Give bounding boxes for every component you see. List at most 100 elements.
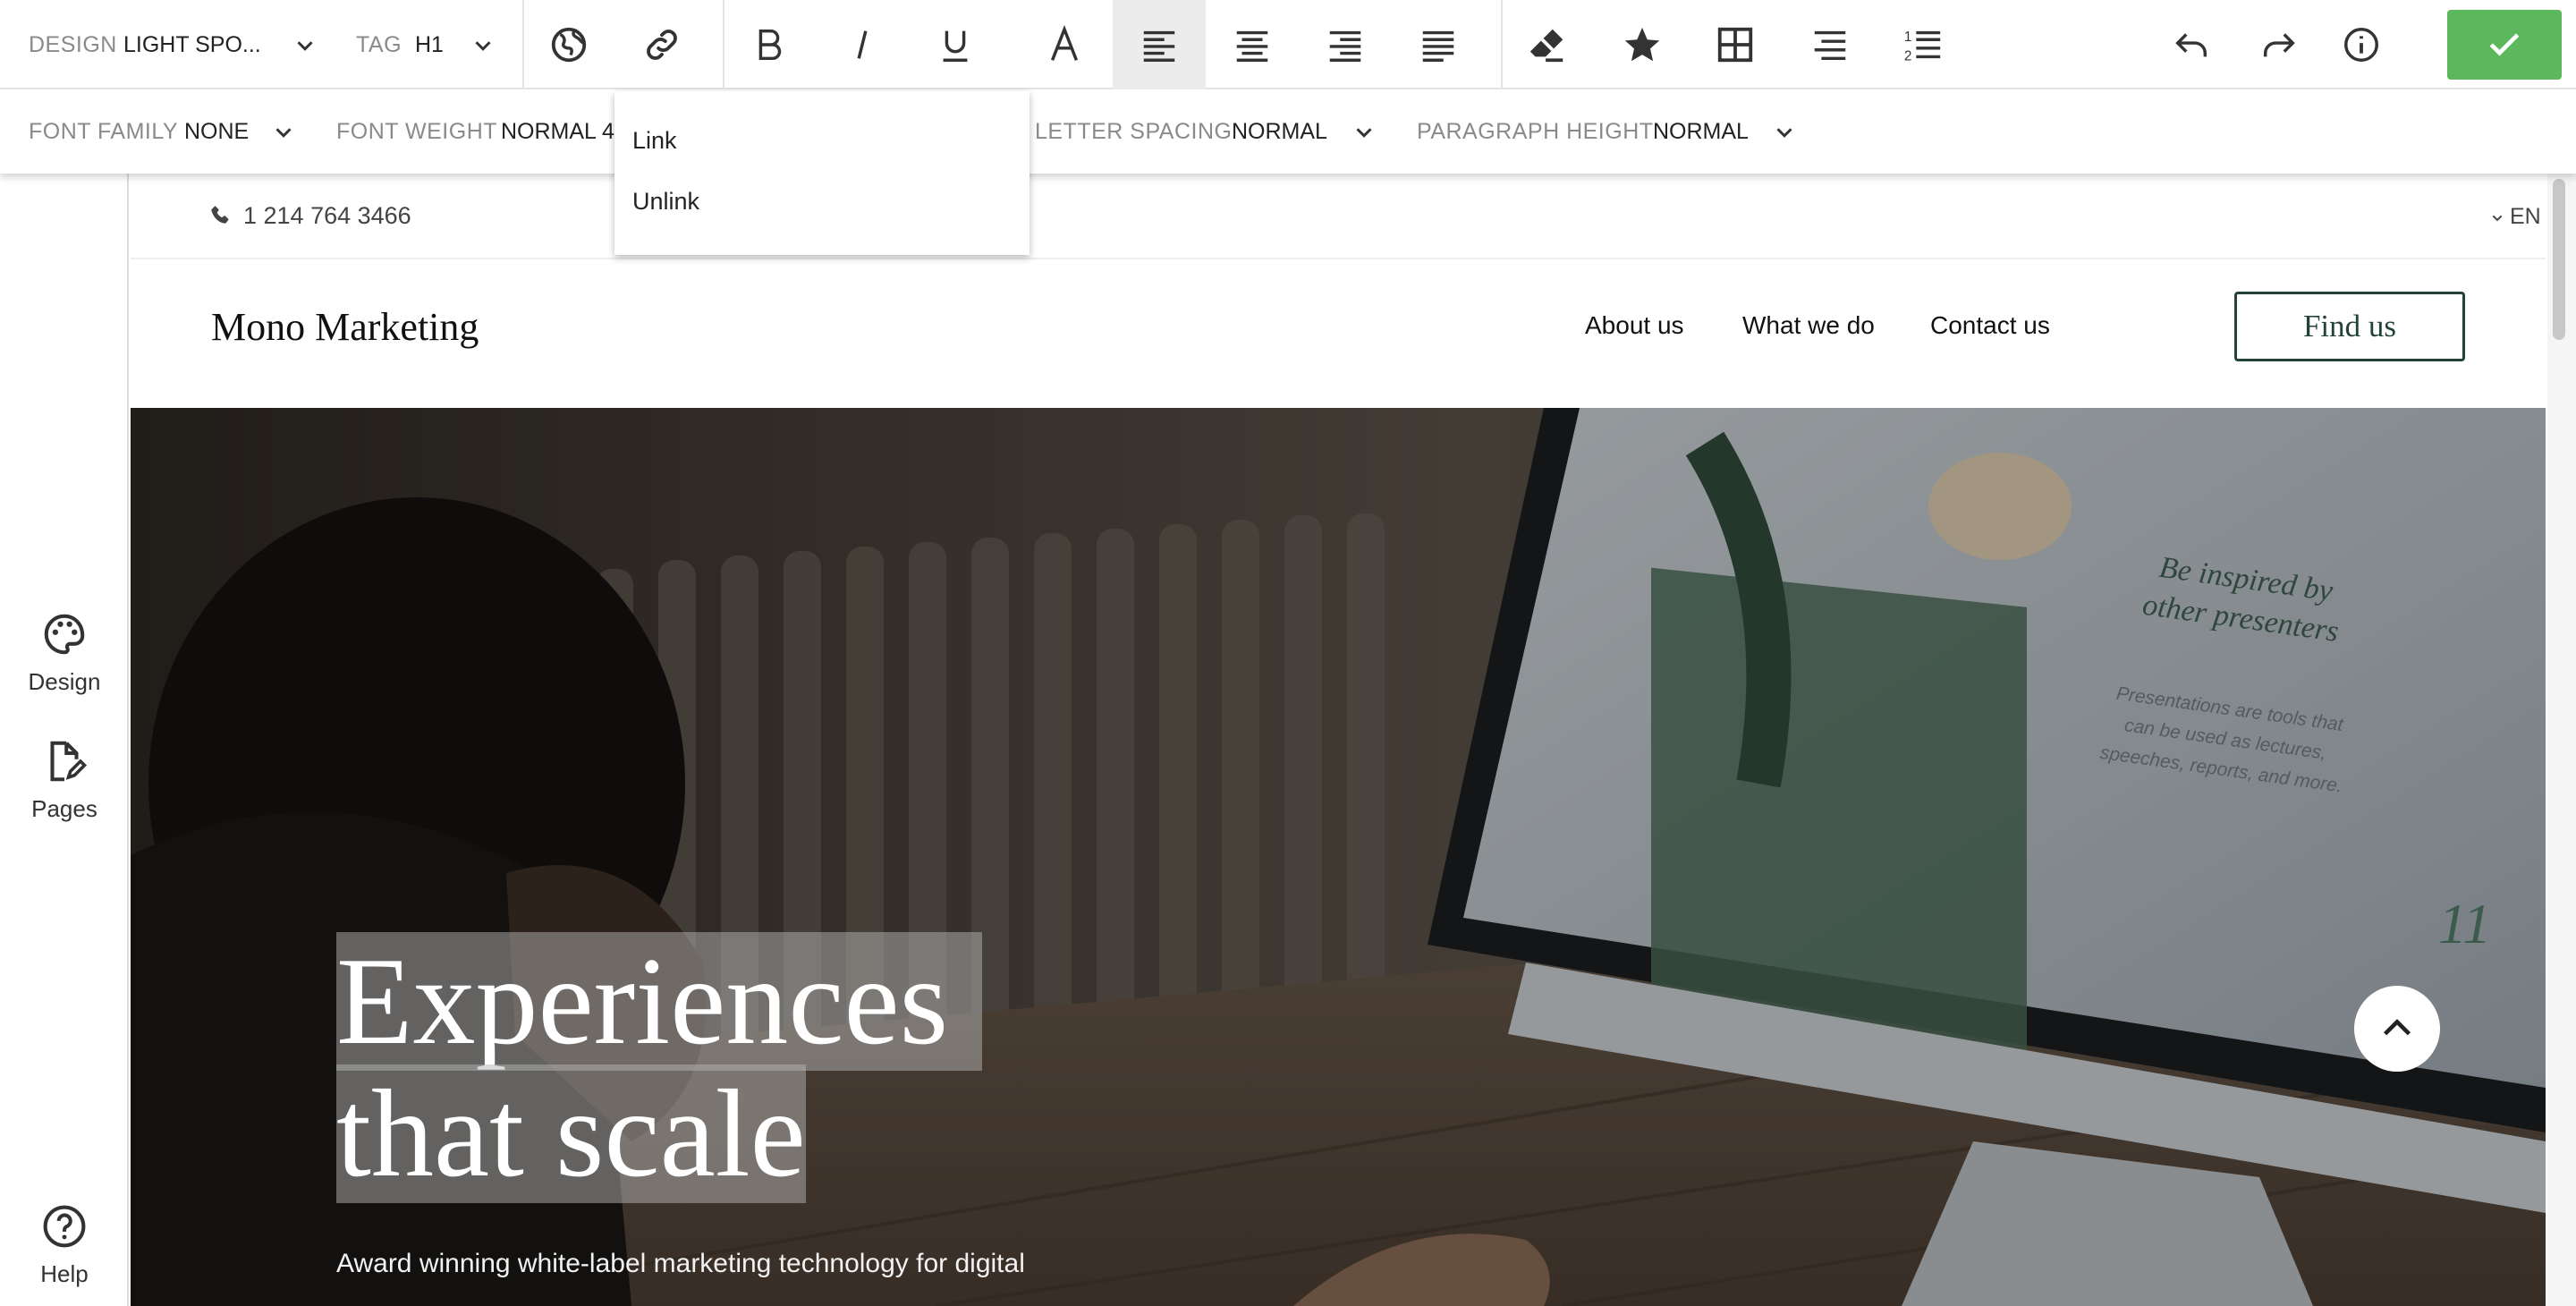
design-select[interactable]: DESIGN LIGHT SPO...	[0, 0, 331, 89]
redo-button[interactable]	[2236, 0, 2322, 89]
svg-text:2: 2	[1904, 48, 1912, 64]
star-icon	[1624, 27, 1660, 62]
tag-select[interactable]: TAG H1	[340, 0, 519, 89]
nav-contact-us[interactable]: Contact us	[1930, 311, 2050, 340]
find-us-button[interactable]: Find us	[2234, 292, 2465, 361]
left-sidebar: Design Pages Help	[0, 174, 129, 1306]
brand-logo[interactable]: Mono Marketing	[211, 304, 479, 350]
align-left-icon	[1143, 30, 1175, 62]
letter-spacing-select[interactable]: LETTER SPACING NORMAL	[1029, 89, 1386, 174]
hero-subtitle: Award winning white-label marketing tech…	[336, 1249, 1025, 1278]
chevron-up-icon	[2383, 1019, 2411, 1036]
nav-about-us[interactable]: About us	[1585, 311, 1684, 340]
hero-section: Be inspired by other presenters Presenta…	[131, 408, 2546, 1306]
sidebar-item-label: Pages	[31, 795, 97, 822]
design-label: DESIGN	[29, 32, 117, 57]
align-center-icon	[1236, 30, 1268, 62]
menu-item-link[interactable]: Link	[632, 127, 677, 155]
menu-item-unlink[interactable]: Unlink	[632, 188, 699, 216]
numbered-list-icon: 12	[1904, 30, 1941, 64]
undo-icon	[2175, 33, 2207, 57]
align-center-button[interactable]	[1206, 0, 1299, 89]
svg-text:1: 1	[1904, 30, 1912, 45]
align-left-button[interactable]	[1113, 0, 1206, 89]
language-selector[interactable]: EN	[2510, 204, 2541, 230]
scrollbar-thumb[interactable]	[2553, 179, 2565, 340]
chevron-down-icon	[2492, 215, 2503, 222]
palette-icon	[44, 614, 85, 655]
info-icon	[2344, 28, 2378, 62]
bold-icon	[758, 29, 782, 61]
underline-button[interactable]	[909, 0, 1002, 89]
hero-title-line: that scale	[336, 1064, 806, 1203]
align-justify-button[interactable]	[1392, 0, 1485, 89]
eraser-icon	[1530, 29, 1563, 63]
hero-title[interactable]: Experiences that scale	[336, 932, 983, 1203]
tag-value: H1	[415, 32, 444, 57]
help-icon	[43, 1205, 86, 1248]
font-weight-value: NORMAL 4	[501, 119, 614, 144]
link-icon	[647, 30, 677, 60]
align-right-icon	[1329, 30, 1361, 62]
bullet-list-button[interactable]	[1784, 0, 1877, 89]
underline-icon	[943, 30, 968, 62]
italic-icon	[857, 30, 868, 59]
hero-title-line: Experiences	[336, 932, 983, 1071]
text-color-button[interactable]	[1018, 0, 1111, 89]
text-color-icon	[1050, 24, 1079, 61]
link-button[interactable]	[615, 0, 708, 89]
chevron-down-icon	[1776, 128, 1792, 138]
text-style-toolbar: FONT FAMILY NONE FONT WEIGHT NORMAL 4 LE…	[0, 89, 2576, 174]
scroll-to-top-button[interactable]	[2354, 986, 2440, 1072]
globe-button[interactable]	[522, 0, 615, 89]
site-header: Mono Marketing About us What we do Conta…	[131, 259, 2546, 408]
info-button[interactable]	[2320, 0, 2402, 89]
align-right-button[interactable]	[1299, 0, 1392, 89]
align-justify-icon	[1422, 30, 1454, 62]
divider	[1501, 0, 1503, 89]
font-weight-label: FONT WEIGHT	[336, 119, 498, 144]
editor-toolbar: DESIGN LIGHT SPO... TAG H1 1 2	[0, 0, 2576, 89]
bullet-list-icon	[1814, 30, 1846, 61]
undo-button[interactable]	[2148, 0, 2234, 89]
chevron-down-icon	[475, 41, 491, 51]
phone-number[interactable]: 1 214 764 3466	[243, 202, 411, 230]
clear-format-button[interactable]	[1501, 0, 1594, 89]
chevron-down-icon	[275, 128, 292, 138]
chevron-down-icon	[297, 41, 313, 51]
sidebar-item-design[interactable]: Design	[0, 610, 129, 696]
nav-what-we-do[interactable]: What we do	[1742, 311, 1875, 340]
italic-button[interactable]	[816, 0, 909, 89]
sidebar-item-pages[interactable]: Pages	[0, 737, 129, 823]
table-button[interactable]	[1689, 0, 1782, 89]
scrollbar-track[interactable]	[2547, 174, 2576, 1306]
letter-spacing-label: LETTER SPACING	[1035, 119, 1233, 144]
page-edit-icon	[50, 741, 88, 782]
tag-label: TAG	[356, 32, 402, 57]
paragraph-height-select[interactable]: PARAGRAPH HEIGHT NORMAL	[1404, 89, 1816, 174]
font-weight-select[interactable]: FONT WEIGHT NORMAL 4	[322, 89, 617, 174]
bold-button[interactable]	[723, 0, 816, 89]
letter-spacing-value: NORMAL	[1232, 119, 1327, 144]
sidebar-item-label: Help	[40, 1260, 89, 1287]
design-value: LIGHT SPO...	[123, 32, 261, 57]
paragraph-height-label: PARAGRAPH HEIGHT	[1417, 119, 1654, 144]
website-preview: 1 214 764 3466 EN Mono Marketing About u…	[131, 174, 2546, 1306]
apply-button[interactable]	[2447, 10, 2562, 80]
phone-icon	[211, 206, 229, 224]
sidebar-item-help[interactable]: Help	[0, 1202, 129, 1288]
font-family-value: NONE	[184, 119, 250, 144]
font-family-label: FONT FAMILY	[29, 119, 179, 144]
paragraph-height-value: NORMAL	[1653, 119, 1749, 144]
chevron-down-icon	[1356, 128, 1372, 138]
numbered-list-button[interactable]: 12	[1877, 0, 1970, 89]
link-dropdown-menu: Link Unlink	[614, 91, 1030, 255]
font-family-select[interactable]: FONT FAMILY NONE	[0, 89, 313, 174]
globe-icon	[551, 27, 587, 63]
table-icon	[1717, 27, 1753, 63]
redo-icon	[2263, 33, 2295, 57]
icon-insert-button[interactable]	[1596, 0, 1689, 89]
sidebar-item-label: Design	[28, 668, 101, 695]
site-topbar: 1 214 764 3466 EN	[131, 174, 2546, 259]
checkmark-icon	[2489, 33, 2520, 56]
